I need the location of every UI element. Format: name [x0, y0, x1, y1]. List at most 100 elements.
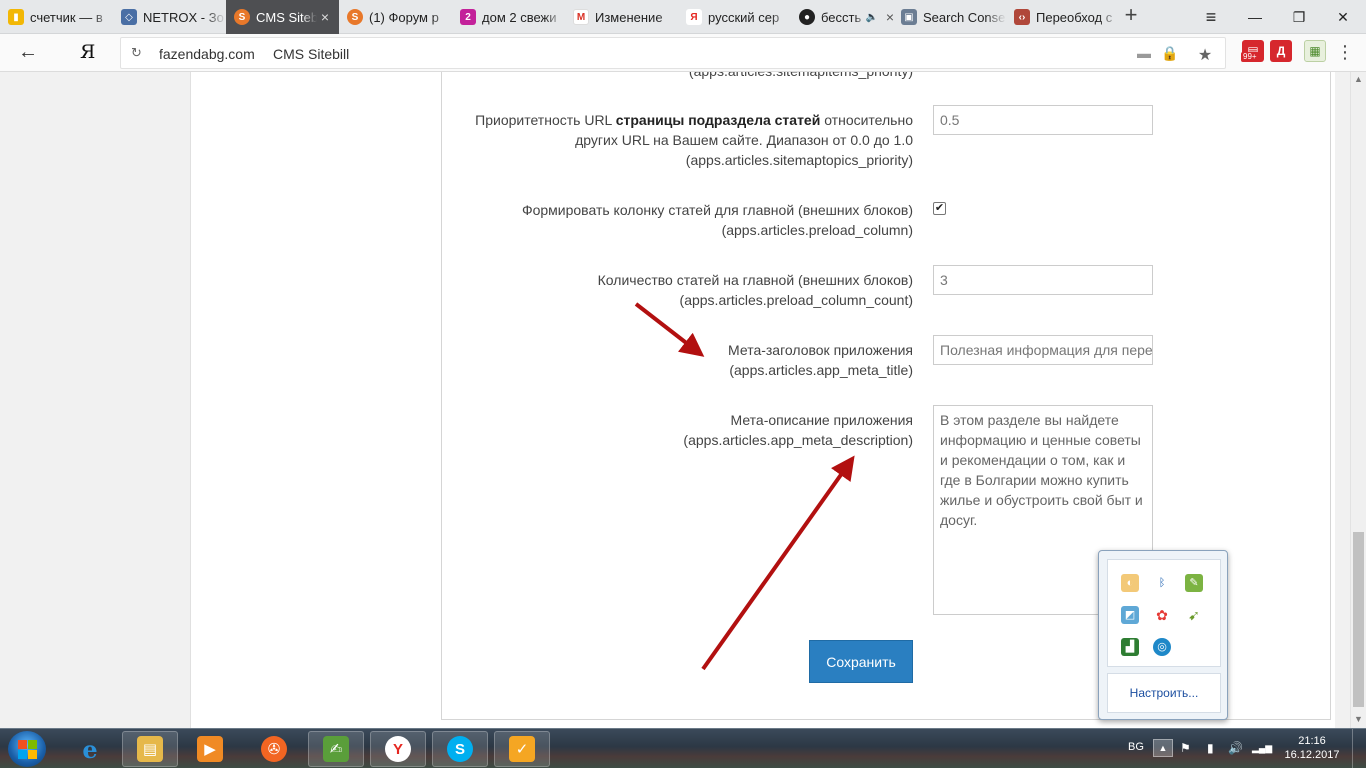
- scroll-up-icon[interactable]: ▲: [1354, 74, 1363, 84]
- tab-audio[interactable]: ● бессть 🔈 ×: [791, 0, 904, 34]
- taskbar-task[interactable]: ✓: [494, 731, 550, 767]
- close-window-button[interactable]: ✕: [1322, 0, 1364, 34]
- search-console-icon: ▣: [901, 9, 917, 25]
- label-text: Мета-заголовок приложения: [728, 342, 913, 358]
- save-button[interactable]: Сохранить: [809, 640, 913, 683]
- back-button[interactable]: ←: [18, 42, 42, 64]
- new-tab-button[interactable]: +: [1120, 4, 1142, 28]
- tab-title: дом 2 свежи: [482, 9, 557, 25]
- minimize-button[interactable]: —: [1234, 0, 1276, 34]
- preload-count-input[interactable]: 3: [933, 265, 1153, 295]
- setting-key: (apps.articles.preload_column): [721, 222, 913, 238]
- label-text: Количество статей на главной (внешних бл…: [597, 272, 913, 288]
- scroll-down-icon[interactable]: ▼: [1354, 714, 1363, 724]
- gmail-icon: M: [573, 9, 589, 25]
- yandex-logo-button[interactable]: Я: [80, 41, 100, 63]
- hummingbird-icon[interactable]: ➹: [1185, 606, 1203, 624]
- bookmark-star-icon[interactable]: ★: [1196, 45, 1214, 64]
- reload-icon[interactable]: ↻: [131, 45, 142, 61]
- volume-icon[interactable]: 🔊: [1228, 741, 1243, 755]
- evernote-icon[interactable]: ✎: [1185, 574, 1203, 592]
- setting-label-preload-column: Формировать колонку статей для главной (…: [522, 200, 913, 240]
- tab-title: русский сер: [708, 9, 780, 25]
- tab-recrawl[interactable]: ‹› Переобход с: [1006, 0, 1119, 34]
- flower-icon[interactable]: ✿: [1153, 606, 1171, 624]
- bluetooth-icon[interactable]: ᛒ: [1153, 574, 1171, 592]
- tab-search-console[interactable]: ▣ Search Conse: [893, 0, 1006, 34]
- d-extension-icon[interactable]: Д: [1270, 40, 1292, 62]
- label-text: Формировать колонку статей для главной (…: [521, 202, 913, 218]
- skype-icon: S: [447, 736, 473, 762]
- taskbar-media[interactable]: ▶: [182, 731, 238, 767]
- label-text: Мета-описание приложения: [730, 412, 913, 428]
- topics-priority-input[interactable]: 0.5: [933, 105, 1153, 135]
- close-tab-icon[interactable]: ×: [317, 9, 333, 25]
- puzzle-icon[interactable]: ▟: [1121, 638, 1139, 656]
- ie-icon: e: [82, 734, 98, 764]
- show-desktop-button[interactable]: [1352, 729, 1366, 768]
- tab-counter[interactable]: ▮ счетчик — в: [0, 0, 113, 34]
- label-line-2: других URL на Вашем сайте. Диапазон от 0…: [575, 132, 913, 148]
- maximize-button[interactable]: ❐: [1278, 0, 1320, 34]
- setting-key: (apps.articles.sitemaptopics_priority): [685, 152, 913, 168]
- address-page-title: CMS Sitebill: [273, 46, 350, 62]
- tab-gmail[interactable]: M Изменение: [565, 0, 678, 34]
- language-indicator[interactable]: BG: [1128, 741, 1144, 753]
- configure-tray-link[interactable]: Настроить...: [1107, 673, 1221, 713]
- yandex-icon: Я: [686, 9, 702, 25]
- setting-key: (apps.articles.app_meta_title): [729, 362, 913, 378]
- notification-badge: 99+: [1241, 52, 1259, 62]
- setting-label-meta-title: Мета-заголовок приложения (apps.articles…: [728, 340, 913, 380]
- sitebill-icon: S: [347, 9, 363, 25]
- label-line-1: Приоритетность URL страницы подраздела с…: [475, 110, 913, 130]
- taskbar-yandex-browser[interactable]: Y: [370, 731, 426, 767]
- cheese-icon[interactable]: ◐: [1121, 574, 1139, 592]
- media-icon: ▶: [197, 736, 223, 762]
- clock-time: 21:16: [1298, 735, 1326, 747]
- setting-key: (apps.articles.preload_column_count): [679, 292, 913, 308]
- tab-yandex-search[interactable]: Я русский сер: [678, 0, 791, 34]
- setting-label-meta-description: Мета-описание приложения (apps.articles.…: [683, 410, 913, 450]
- comment-icon[interactable]: ▬: [1135, 45, 1153, 63]
- taskbar-notepad[interactable]: ✍: [308, 731, 364, 767]
- tab-netrox[interactable]: ◇ NETROX - Зо: [113, 0, 226, 34]
- start-button[interactable]: [8, 731, 46, 767]
- notes-extension-icon[interactable]: ▦: [1304, 40, 1326, 62]
- page-scrollbar[interactable]: ▲ ▼: [1350, 72, 1366, 728]
- battery-icon[interactable]: ▮: [1207, 741, 1214, 755]
- taskbar-explorer[interactable]: ▤: [122, 731, 178, 767]
- tab-dom2[interactable]: 2 дом 2 свежи: [452, 0, 565, 34]
- taskbar-skype[interactable]: S: [432, 731, 488, 767]
- label-text: Приоритетность URL: [475, 112, 616, 128]
- action-center-flag-icon[interactable]: ⚑: [1180, 741, 1191, 755]
- lock-icon[interactable]: 🔒: [1161, 45, 1179, 63]
- address-input[interactable]: ↻ fazendabg.com CMS Sitebill ▬ 🔒 ★: [120, 37, 1226, 69]
- speaker-icon[interactable]: 🔈: [866, 12, 878, 23]
- tab-title: Изменение: [595, 9, 663, 25]
- windows-logo-icon: [28, 750, 37, 759]
- preload-column-checkbox[interactable]: ✔: [933, 202, 946, 215]
- network-signal-icon[interactable]: ▂▄▆: [1252, 743, 1272, 754]
- setting-key-clipped: (apps.articles.sitemapitems_priority): [689, 72, 913, 81]
- tab-forum[interactable]: S (1) Форум р: [339, 0, 452, 34]
- setting-label-topics-priority: Приоритетность URL страницы подраздела с…: [475, 110, 913, 170]
- tab-cms-sitebill[interactable]: S CMS Sitebill ×: [226, 0, 339, 34]
- network-icon[interactable]: ◎: [1153, 638, 1171, 656]
- taskbar-film-reel[interactable]: ✇: [246, 731, 302, 767]
- label-bold-text: страницы подраздела статей: [615, 112, 821, 128]
- browser-menu-button[interactable]: ≡: [1190, 0, 1232, 34]
- tab-title: бессть: [821, 9, 862, 25]
- meta-title-input[interactable]: Полезная информация для пере: [933, 335, 1153, 365]
- windows-taskbar: e ▤ ▶ ✇ ✍ Y S ✓ BG ▲ ⚑ ▮ 🔊 ▂▄▆ 21:16 16.: [0, 728, 1366, 768]
- system-clock[interactable]: 21:16 16.12.2017: [1284, 734, 1340, 762]
- address-bar-row: ← Я ↻ fazendabg.com CMS Sitebill ▬ 🔒 ★ ▤…: [0, 34, 1366, 72]
- recorder-icon[interactable]: ◩: [1121, 606, 1139, 624]
- kebab-menu-icon[interactable]: ⋮: [1336, 42, 1354, 63]
- scroll-thumb[interactable]: [1353, 532, 1364, 707]
- tab-title: Search Conse: [923, 9, 1006, 25]
- show-hidden-icons-button[interactable]: ▲: [1153, 739, 1173, 757]
- taskbar-ie[interactable]: e: [62, 731, 118, 767]
- dom2-icon: 2: [460, 9, 476, 25]
- tray-overflow-popup: ◐ ᛒ ✎ ◩ ✿ ➹ ▟ ◎ Настроить...: [1098, 550, 1228, 720]
- windows-logo-icon: [18, 750, 27, 759]
